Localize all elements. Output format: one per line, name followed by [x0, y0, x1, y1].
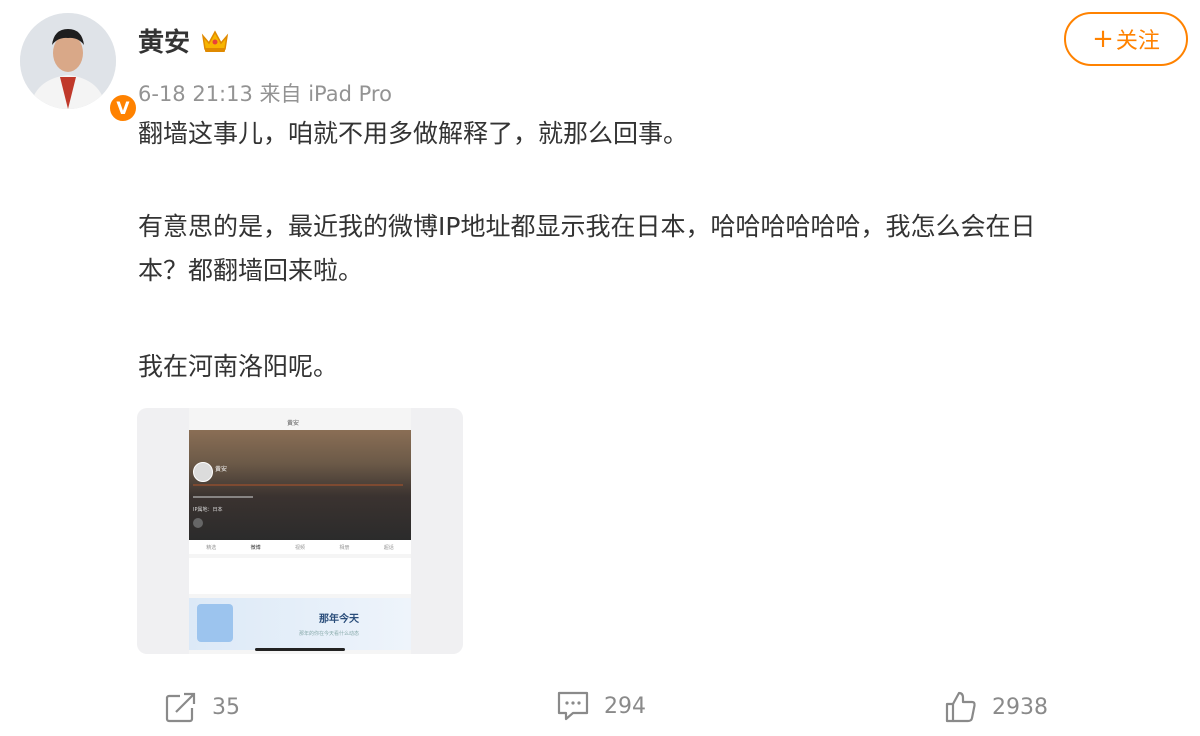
image-tab: 超话	[383, 544, 394, 551]
comment-count: 294	[604, 693, 646, 719]
comment-button[interactable]: 294	[556, 690, 646, 722]
home-indicator	[255, 648, 345, 651]
avatar[interactable]: V	[20, 13, 138, 123]
image-tab: 相册	[339, 544, 350, 551]
calendar-icon	[197, 604, 233, 642]
image-tab: 微博	[250, 544, 261, 551]
like-count: 2938	[992, 694, 1048, 720]
image-title: 黄安	[287, 420, 300, 427]
image-tab: 精选	[206, 544, 217, 551]
image-name: 黄安	[215, 466, 228, 473]
image-card	[189, 558, 411, 594]
thumbs-up-icon	[945, 691, 976, 723]
image-small-avatar	[193, 518, 203, 528]
image-tab: 视频	[294, 544, 305, 551]
post-paragraph-2-line-2: 本？都翻墙回来啦。	[138, 256, 364, 285]
image-info-line-2	[193, 496, 253, 498]
like-button[interactable]: 2938	[944, 690, 1048, 724]
post-paragraph-1: 翻墙这事儿，咱就不用多做解释了，就那么回事。	[138, 119, 689, 148]
comment-icon	[557, 691, 589, 721]
repost-count: 35	[212, 694, 240, 720]
username[interactable]: 黄安	[138, 22, 190, 59]
image-calendar-title: 那年今天	[319, 614, 359, 625]
image-info-line	[193, 484, 403, 486]
follow-label: 关注	[1115, 29, 1160, 54]
image-ip-line: IP属地：日本	[193, 507, 223, 513]
image-calendar-card: 那年今天 那年的你在今天看什么动态	[189, 598, 411, 650]
plus-icon: +	[1092, 24, 1114, 54]
follow-button[interactable]: + 关注	[1064, 12, 1188, 66]
post-paragraph-2-line-1: 有意思的是，最近我的微博IP地址都显示我在日本，哈哈哈哈哈哈，我怎么会在日	[138, 212, 1036, 241]
post-image[interactable]: 黄安 黄安 IP属地：日本 精选 微博 视频 相册 超话 那年今天 那年的你在今…	[137, 408, 463, 654]
avatar-image	[20, 13, 116, 109]
image-tabs: 精选 微博 视频 相册 超话	[189, 540, 411, 554]
image-calendar-sub: 那年的你在今天看什么动态	[299, 631, 360, 637]
image-avatar	[193, 462, 213, 482]
post-paragraph-3: 我在河南洛阳呢。	[138, 352, 339, 381]
repost-icon	[165, 692, 196, 723]
crown-icon[interactable]	[200, 28, 230, 54]
post-meta: 6-18 21:13 来自 iPad Pro	[138, 82, 392, 106]
repost-button[interactable]: 35	[164, 690, 240, 724]
verified-badge: V	[108, 93, 138, 123]
